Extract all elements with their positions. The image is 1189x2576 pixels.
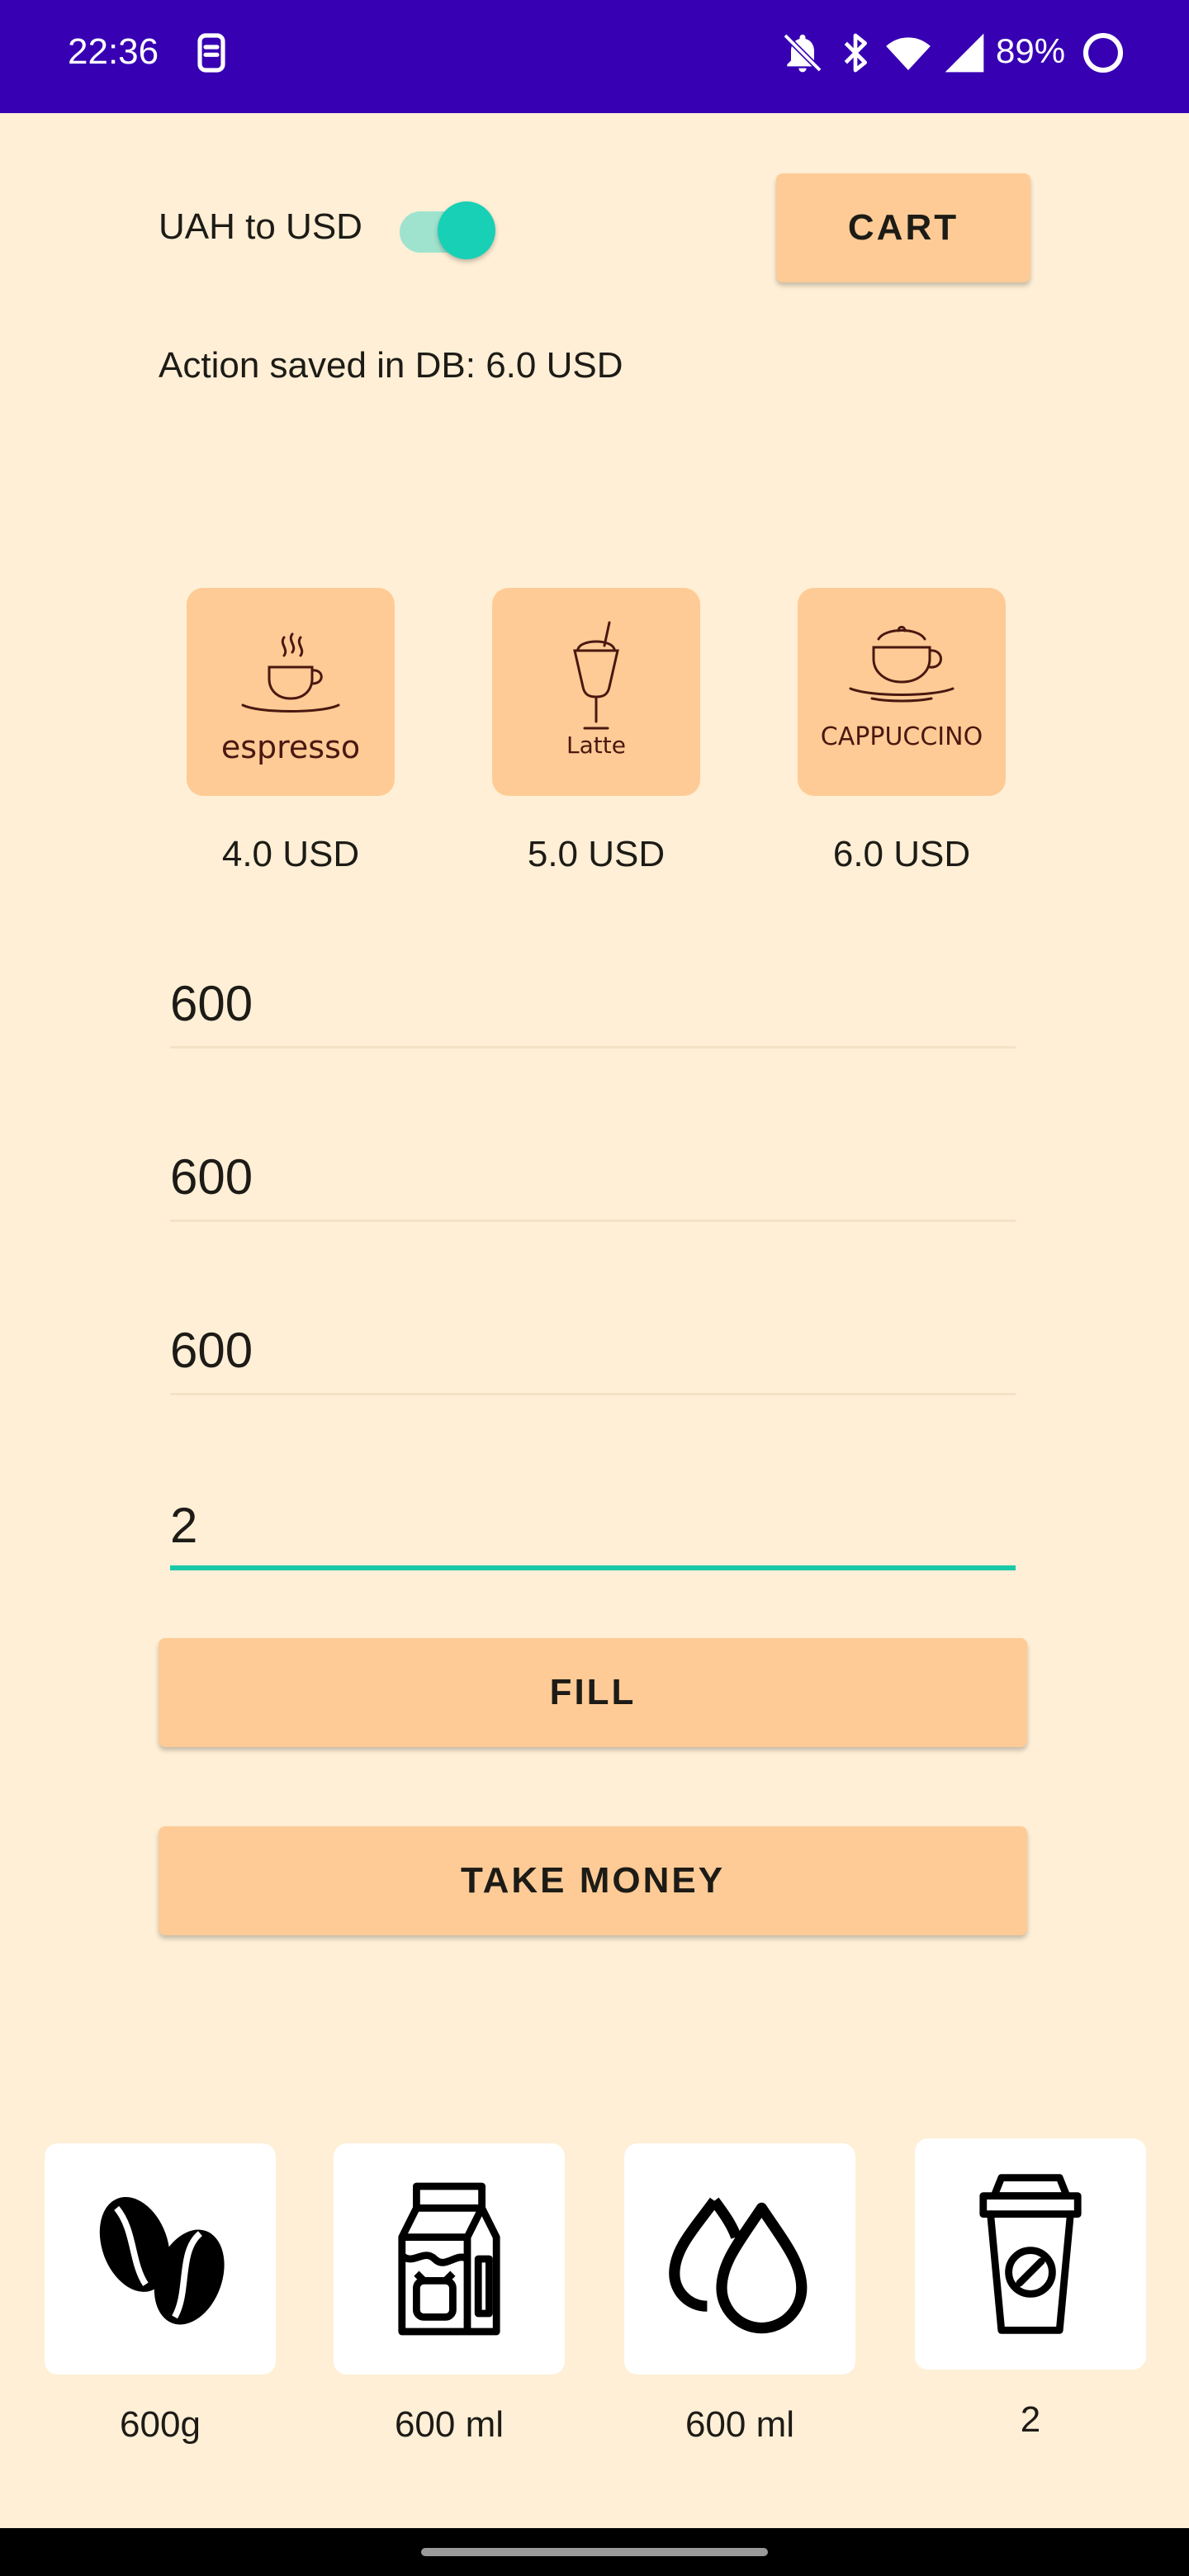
milk-field[interactable] (170, 1131, 1016, 1222)
cappuccino-card-text: CAPPUCCINO (821, 722, 983, 751)
cappuccino-price: 6.0 USD (832, 834, 971, 874)
cart-button[interactable]: CART (776, 173, 1030, 282)
currency-toggle-label: UAH to USD (159, 206, 362, 247)
water-field[interactable] (170, 1305, 1016, 1395)
latte-button[interactable]: Latte (492, 588, 700, 796)
coffee-beans-icon (99, 2196, 225, 2325)
cappuccino-cup-icon: CAPPUCCINO (821, 626, 983, 751)
home-gesture-handle[interactable] (421, 2548, 768, 2556)
water-drops-icon (669, 2197, 808, 2334)
status-bar: 22:36 89% (0, 0, 1189, 113)
field-underline (170, 1219, 1016, 1222)
espresso-card-text: espresso (221, 729, 360, 765)
battery-ring-icon (1080, 30, 1126, 76)
signal-icon (941, 30, 988, 76)
latte-price: 5.0 USD (527, 834, 666, 874)
status-time: 22:36 (68, 31, 159, 72)
coffee-cup-icon (979, 2174, 1082, 2334)
field-underline-active (170, 1565, 1016, 1570)
espresso-price: 4.0 USD (221, 834, 360, 874)
water-card (624, 2143, 855, 2375)
cups-amount: 2 (1020, 2399, 1041, 2440)
fill-button[interactable]: FILL (159, 1638, 1027, 1747)
cups-field[interactable] (170, 1480, 1016, 1570)
milk-card (334, 2143, 565, 2375)
cups-card (915, 2138, 1146, 2370)
espresso-button[interactable]: espresso (187, 588, 395, 796)
notifications-off-icon (779, 30, 826, 76)
lock-phone-icon (188, 30, 234, 76)
currency-switch-thumb[interactable] (438, 201, 495, 259)
bluetooth-icon (832, 30, 879, 76)
wifi-icon (885, 30, 931, 76)
cups-input[interactable] (170, 1480, 1016, 1570)
status-message: Action saved in DB: 6.0 USD (159, 345, 623, 386)
field-underline (170, 1393, 1016, 1395)
latte-card-text: Latte (566, 732, 626, 759)
battery-percent: 89% (996, 31, 1066, 70)
espresso-cup-icon: espresso (221, 632, 360, 765)
coffee-beans-card (45, 2143, 276, 2375)
field-underline (170, 1046, 1016, 1049)
take-money-button[interactable]: TAKE MONEY (159, 1826, 1027, 1935)
latte-glass-icon: Latte (566, 621, 626, 759)
milk-carton-icon (398, 2182, 500, 2336)
coffee-beans-field[interactable] (170, 958, 1016, 1049)
water-input[interactable] (170, 1305, 1016, 1395)
milk-amount: 600 ml (394, 2404, 504, 2445)
milk-input[interactable] (170, 1131, 1016, 1222)
coffee-beans-input[interactable] (170, 958, 1016, 1049)
water-amount: 600 ml (685, 2404, 795, 2445)
cappuccino-button[interactable]: CAPPUCCINO (798, 588, 1006, 796)
coffee-beans-amount: 600g (120, 2404, 201, 2445)
